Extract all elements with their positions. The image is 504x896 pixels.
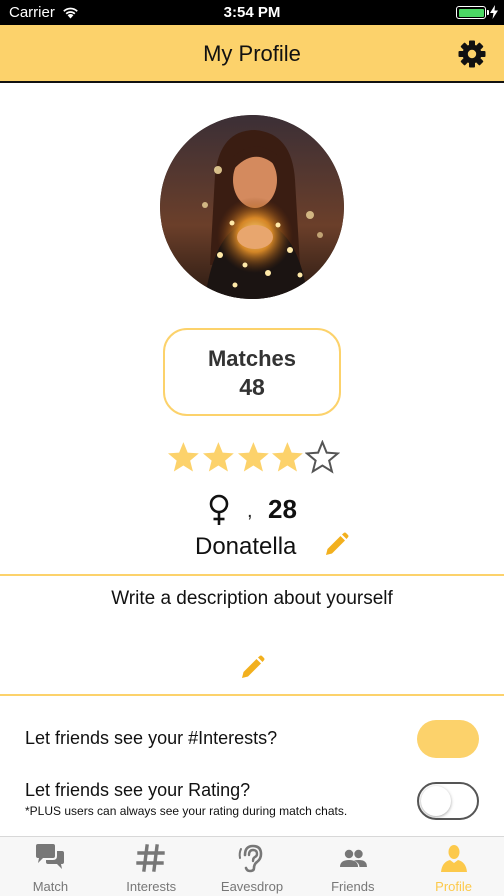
status-bar: Carrier 3:54 PM	[0, 0, 504, 25]
edit-description-pencil-icon[interactable]	[239, 655, 265, 681]
avatar-photo	[160, 115, 344, 299]
star-filled-icon	[272, 442, 304, 472]
profile-avatar[interactable]	[160, 115, 344, 299]
tab-match[interactable]: Match	[0, 837, 101, 896]
edit-name-pencil-icon[interactable]	[323, 532, 349, 558]
matches-label: Matches	[207, 346, 297, 371]
tab-label: Friends	[331, 879, 375, 894]
interests-visibility-toggle[interactable]	[417, 720, 479, 758]
rating-visibility-toggle[interactable]	[417, 782, 479, 820]
tab-label: Profile	[435, 879, 473, 894]
profile-icon	[440, 845, 467, 872]
matches-count: 48	[239, 374, 265, 400]
tab-friends[interactable]: Friends	[302, 837, 403, 896]
battery-icon	[456, 6, 486, 19]
tab-label: Eavesdrop	[220, 879, 284, 894]
gear-icon[interactable]	[457, 39, 487, 69]
chat-bubbles-icon	[36, 844, 65, 869]
friends-icon	[339, 849, 367, 867]
tab-eavesdrop[interactable]: Eavesdrop	[202, 837, 303, 896]
section-divider	[0, 694, 504, 696]
hashtag-icon	[136, 844, 165, 872]
tab-label: Match	[32, 879, 69, 894]
matches-box: Matches 48	[163, 328, 341, 416]
star-filled-icon	[202, 442, 234, 472]
nav-header: My Profile	[0, 25, 504, 83]
page-title: My Profile	[203, 41, 301, 66]
star-empty-icon	[305, 440, 340, 474]
section-divider	[0, 574, 504, 576]
star-filled-icon	[167, 442, 199, 472]
battery-nub	[487, 10, 489, 15]
rating-stars	[166, 440, 340, 476]
interests-visibility-label: Let friends see your #Interests?	[25, 728, 278, 748]
display-name: Donatella	[195, 533, 297, 560]
tab-label: Interests	[126, 879, 177, 894]
clock: 3:54 PM	[223, 4, 281, 21]
gender-age-separator: ,	[247, 500, 253, 522]
tab-interests[interactable]: Interests	[101, 837, 202, 896]
star-filled-icon	[237, 442, 269, 472]
tab-profile[interactable]: Profile	[403, 837, 504, 896]
toggle-knob	[421, 786, 451, 816]
rating-visibility-label: Let friends see your Rating?	[25, 780, 251, 800]
female-gender-icon	[209, 494, 229, 525]
ear-icon	[238, 844, 263, 873]
tab-bar: Match Interests Eavesdrop Friends Profil…	[0, 836, 504, 896]
age-value: 28	[268, 494, 297, 524]
rating-visibility-note: *PLUS users can always see your rating d…	[25, 804, 348, 818]
charging-bolt-icon	[490, 5, 498, 19]
description-prompt: Write a description about yourself	[111, 588, 393, 609]
